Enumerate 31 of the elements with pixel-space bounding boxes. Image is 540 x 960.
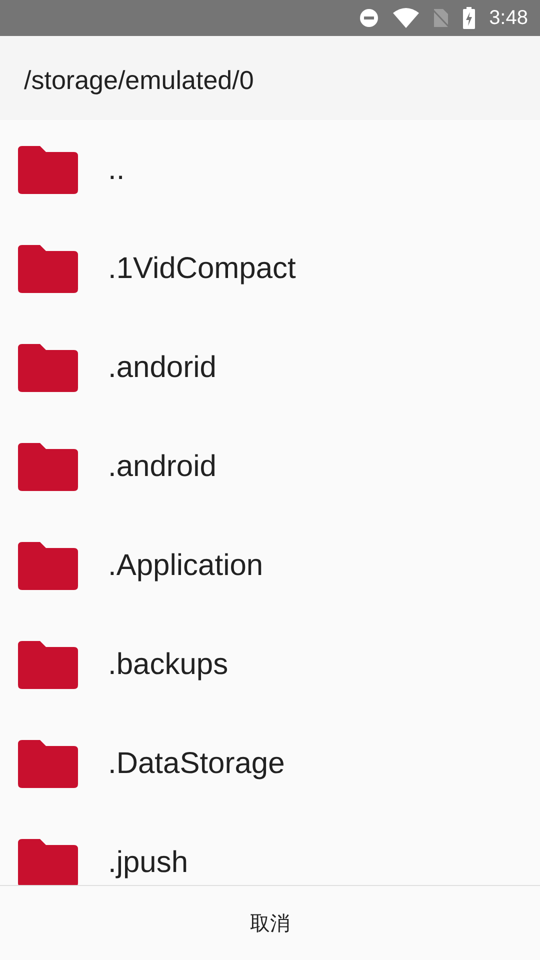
folder-item[interactable]: .1VidCompact: [0, 219, 540, 318]
folder-item[interactable]: .backups: [0, 615, 540, 714]
path-title: /storage/emulated/0: [24, 64, 254, 96]
folder-item[interactable]: .DataStorage: [0, 714, 540, 813]
folder-item[interactable]: .android: [0, 417, 540, 516]
do-not-disturb-icon: [359, 8, 380, 28]
no-sim-icon: [433, 8, 450, 28]
folder-icon: [18, 442, 78, 490]
folder-icon: [18, 344, 78, 392]
folder-name: .android: [108, 450, 216, 484]
folder-icon: [18, 640, 78, 688]
folder-icon: [18, 740, 78, 788]
folder-icon: [18, 244, 78, 292]
folder-name: .jpush: [108, 846, 188, 880]
folder-name: .Application: [108, 548, 264, 582]
folder-item[interactable]: ..: [0, 120, 540, 219]
folder-name: .andorid: [108, 350, 216, 384]
folder-icon: [18, 838, 78, 885]
folder-item[interactable]: .andorid: [0, 318, 540, 417]
cancel-button[interactable]: 取消: [230, 900, 310, 946]
folder-icon: [18, 146, 78, 194]
folder-item[interactable]: .jpush: [0, 813, 540, 885]
folder-name: .DataStorage: [108, 746, 285, 780]
battery-charging-icon: [463, 7, 476, 29]
folder-name: ..: [108, 152, 125, 186]
folder-icon: [18, 542, 78, 590]
folder-item[interactable]: .Application: [0, 516, 540, 615]
wifi-icon: [393, 8, 420, 28]
folder-name: .1VidCompact: [108, 252, 296, 286]
folder-name: .backups: [108, 648, 228, 682]
clock: 3:48: [489, 6, 528, 30]
